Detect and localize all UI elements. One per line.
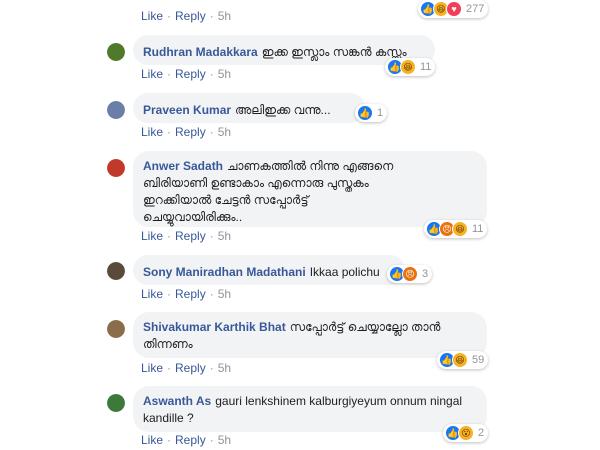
- reaction-count: 1: [377, 107, 384, 119]
- separator-dot: ·: [209, 229, 214, 243]
- commenter-name[interactable]: Rudhran Madakkara: [143, 45, 258, 59]
- avatar[interactable]: [107, 159, 125, 177]
- comment-actions: Like · Reply · 5h: [141, 229, 231, 243]
- reactions-summary[interactable]: 👍 😠 😆 11: [424, 220, 488, 238]
- avatar[interactable]: [107, 394, 125, 412]
- comment-text: അലിഇക്ക വന്നു...: [235, 103, 331, 117]
- separator-dot: ·: [209, 125, 214, 139]
- comment-bubble: Praveen Kumar അലിഇക്ക വന്നു...: [133, 93, 365, 123]
- separator-dot: ·: [167, 287, 172, 301]
- comment-bubble: Anwer Sadath ചാണകത്തിൽ നിന്നു എങ്ങനെ ബിരി…: [133, 151, 487, 227]
- comment-bubble: Shivakumar Karthik Bhat സപ്പോർട്ട് ചെയ്യാ…: [133, 312, 487, 358]
- separator-dot: ·: [167, 67, 172, 81]
- avatar[interactable]: [107, 101, 125, 119]
- avatar[interactable]: [107, 43, 125, 61]
- reply-button[interactable]: Reply: [175, 67, 206, 81]
- reactions-summary[interactable]: 👍 😆 11: [385, 58, 436, 76]
- reactions-summary[interactable]: 👍 😠 3: [387, 265, 433, 283]
- commenter-name[interactable]: Aswanth As: [143, 394, 211, 408]
- comment-bubble: Aswanth As gauri lenkshinem kalburgiyeyum…: [133, 386, 487, 432]
- comment-actions: Like · Reply · 5h: [141, 9, 231, 23]
- comment-time[interactable]: 5h: [218, 433, 231, 447]
- reply-button[interactable]: Reply: [175, 361, 206, 375]
- comment-time[interactable]: 5h: [218, 125, 231, 139]
- reactions-summary[interactable]: 👍 1: [355, 104, 388, 122]
- like-button[interactable]: Like: [141, 361, 163, 375]
- separator-dot: ·: [167, 229, 172, 243]
- comment-text: Ikkaa polichu: [309, 265, 380, 279]
- reactions-summary[interactable]: 👍 😆 59: [437, 351, 489, 369]
- reaction-count: 3: [422, 268, 429, 280]
- separator-dot: ·: [209, 67, 214, 81]
- comment-actions: Like · Reply · 5h: [141, 125, 231, 139]
- reply-button[interactable]: Reply: [175, 9, 206, 23]
- reaction-count: 2: [478, 427, 485, 439]
- separator-dot: ·: [167, 361, 172, 375]
- wow-icon: 😮: [458, 425, 474, 441]
- like-button[interactable]: Like: [141, 433, 163, 447]
- reply-button[interactable]: Reply: [175, 125, 206, 139]
- comment-actions: Like · Reply · 5h: [141, 361, 231, 375]
- haha-icon: 😆: [452, 352, 468, 368]
- like-icon: 👍: [357, 105, 373, 121]
- reaction-count: 59: [472, 354, 485, 366]
- reply-button[interactable]: Reply: [175, 287, 206, 301]
- haha-icon: 😆: [452, 221, 468, 237]
- comment-actions: Like · Reply · 5h: [141, 287, 231, 301]
- like-button[interactable]: Like: [141, 125, 163, 139]
- comment-text: ഇക്ക ഇസ്ലാം സങ്കൻ കസ്സം: [261, 45, 407, 59]
- reaction-count: 277: [466, 3, 485, 15]
- like-button[interactable]: Like: [141, 229, 163, 243]
- comment-time[interactable]: 5h: [218, 67, 231, 81]
- avatar[interactable]: [107, 262, 125, 280]
- reaction-count: 11: [472, 223, 484, 235]
- comment-actions: Like · Reply · 5h: [141, 67, 231, 81]
- reaction-count: 11: [420, 61, 432, 73]
- comment-bubble: Sony Maniradhan Madathani Ikkaa polichu: [133, 255, 405, 285]
- comment-actions: Like · Reply · 5h: [141, 433, 231, 447]
- separator-dot: ·: [167, 9, 172, 23]
- comment-time[interactable]: 5h: [218, 287, 231, 301]
- separator-dot: ·: [209, 287, 214, 301]
- reactions-summary[interactable]: 👍 😮 2: [443, 424, 489, 442]
- separator-dot: ·: [209, 433, 214, 447]
- like-button[interactable]: Like: [141, 67, 163, 81]
- separator-dot: ·: [167, 125, 172, 139]
- commenter-name[interactable]: Sony Maniradhan Madathani: [143, 265, 306, 279]
- commenter-name[interactable]: Praveen Kumar: [143, 103, 231, 117]
- love-icon: ♥: [446, 1, 462, 17]
- comment-time[interactable]: 5h: [218, 361, 231, 375]
- commenter-name[interactable]: Shivakumar Karthik Bhat: [143, 320, 286, 334]
- like-button[interactable]: Like: [141, 9, 163, 23]
- reply-button[interactable]: Reply: [175, 433, 206, 447]
- like-button[interactable]: Like: [141, 287, 163, 301]
- reactions-summary[interactable]: 👍 😆 ♥ 277: [418, 0, 489, 18]
- reply-button[interactable]: Reply: [175, 229, 206, 243]
- angry-icon: 😠: [402, 266, 418, 282]
- separator-dot: ·: [209, 361, 214, 375]
- comment-time[interactable]: 5h: [218, 9, 231, 23]
- commenter-name[interactable]: Anwer Sadath: [143, 159, 223, 173]
- separator-dot: ·: [209, 9, 214, 23]
- comment-time[interactable]: 5h: [218, 229, 231, 243]
- avatar[interactable]: [107, 320, 125, 338]
- separator-dot: ·: [167, 433, 172, 447]
- haha-icon: 😆: [400, 59, 416, 75]
